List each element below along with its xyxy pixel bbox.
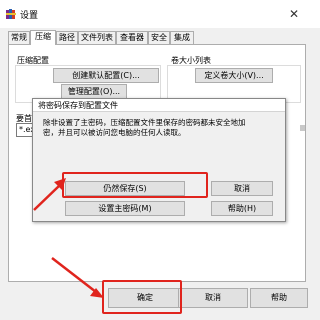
arrow-ok-line (51, 257, 97, 293)
arrow-save-line (33, 184, 61, 211)
annotation-arrows (33, 178, 104, 298)
